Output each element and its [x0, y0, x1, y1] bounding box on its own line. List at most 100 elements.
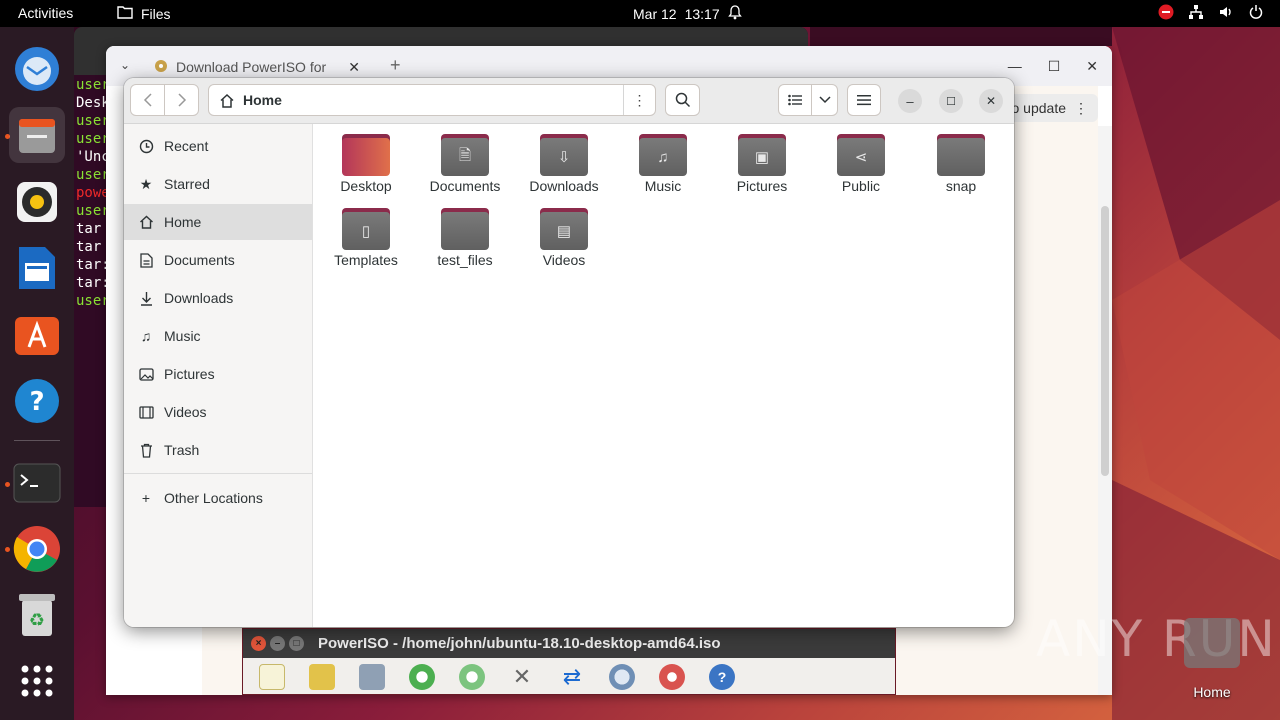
sidebar-item-other-locations[interactable]: + Other Locations [124, 480, 312, 516]
folder-item[interactable]: ▯ Templates [318, 198, 414, 268]
app-menu[interactable]: Files [117, 5, 171, 22]
folder-label: Documents [429, 178, 501, 194]
save-icon[interactable] [359, 663, 385, 690]
terminal-line: user [76, 113, 110, 129]
view-options-button[interactable] [811, 84, 838, 116]
extract-icon[interactable] [459, 663, 485, 690]
help-icon[interactable]: ? [9, 373, 65, 429]
search-button[interactable] [665, 84, 700, 116]
terminal-icon[interactable] [9, 455, 65, 511]
videos-folder-icon: ▤ [540, 208, 588, 250]
browser-tab-title: Download PowerISO for [176, 59, 327, 75]
terminal-line: user [76, 77, 110, 93]
folder-item[interactable]: ♫ Music [615, 124, 711, 194]
clock-time: 13:17 [684, 6, 720, 22]
rhythmbox-icon[interactable] [9, 174, 65, 230]
poweriso-toolbar: ✕ ⇄ ? [243, 658, 895, 695]
show-applications-icon[interactable] [9, 653, 65, 709]
terminal-line: tar [76, 221, 110, 237]
sidebar-item-documents[interactable]: Documents [124, 242, 312, 278]
document-icon [138, 252, 154, 268]
mount-icon[interactable] [609, 663, 635, 690]
path-bar[interactable]: Home ⋮ [208, 84, 656, 116]
add-icon[interactable] [409, 663, 435, 690]
poweriso-window[interactable]: × – □ PowerISO - /home/john/ubuntu-18.10… [242, 628, 896, 695]
trash-dock-icon[interactable]: ♻ [9, 587, 65, 643]
minimize-icon: – [906, 93, 914, 109]
view-list-button[interactable] [778, 84, 812, 116]
delete-icon[interactable]: ✕ [509, 664, 535, 690]
search-icon [675, 92, 690, 108]
sidebar-item-trash[interactable]: Trash [124, 432, 312, 468]
poweriso-titlebar: × – □ PowerISO - /home/john/ubuntu-18.10… [243, 629, 895, 658]
new-tab-icon[interactable]: + [390, 55, 401, 76]
picture-icon [138, 366, 154, 382]
power-icon[interactable] [1248, 4, 1264, 23]
maximize-icon: ☐ [946, 95, 956, 108]
activities-button[interactable]: Activities [18, 5, 73, 21]
sidebar-item-pictures[interactable]: Pictures [124, 356, 312, 392]
clock[interactable]: Mar 12 13:17 [633, 5, 742, 23]
desktop-home-shortcut[interactable]: Home [1180, 618, 1244, 700]
path-menu-button[interactable]: ⋮ [623, 85, 655, 115]
sidebar-item-label: Starred [164, 176, 210, 192]
maximize-button[interactable]: ☐ [939, 89, 963, 113]
folder-item[interactable]: test_files [417, 198, 513, 268]
do-not-disturb-icon[interactable] [1158, 4, 1174, 23]
volume-icon[interactable] [1218, 4, 1234, 23]
files-app-icon [117, 5, 133, 22]
folder-item[interactable]: snap [913, 124, 1009, 194]
scrollbar-thumb[interactable] [1101, 206, 1109, 476]
sidebar-item-label: Trash [164, 442, 200, 458]
folder-item[interactable]: ⇩ Downloads [516, 124, 612, 194]
sidebar-item-videos[interactable]: Videos [124, 394, 312, 430]
poweriso-minimize-icon[interactable]: – [270, 636, 285, 651]
sidebar-item-downloads[interactable]: Downloads [124, 280, 312, 316]
network-icon[interactable] [1188, 4, 1204, 23]
new-icon[interactable] [259, 663, 285, 690]
close-icon[interactable]: ✕ [1086, 58, 1098, 75]
files-dock-icon[interactable] [9, 107, 65, 163]
folder-item[interactable]: ⋖ Public [813, 124, 909, 194]
sidebar-item-recent[interactable]: Recent [124, 128, 312, 164]
folder-item[interactable]: Desktop [318, 124, 414, 194]
sidebar-item-home[interactable]: Home [124, 204, 312, 240]
star-icon: ★ [139, 175, 153, 192]
hamburger-menu-icon [857, 95, 871, 106]
libreoffice-writer-icon[interactable] [9, 240, 65, 296]
forward-button[interactable] [164, 84, 199, 116]
convert-icon[interactable]: ⇄ [559, 664, 585, 690]
minimize-button[interactable]: – [898, 89, 922, 113]
main-menu-button[interactable] [847, 84, 881, 116]
sidebar-item-starred[interactable]: ★ Starred [124, 166, 312, 202]
close-tab-icon[interactable]: ✕ [348, 59, 360, 76]
thunderbird-icon[interactable] [9, 41, 65, 97]
system-tray[interactable] [1158, 4, 1264, 23]
burn-icon[interactable] [659, 663, 685, 690]
chevron-right-icon [177, 93, 186, 107]
files-window[interactable]: Home ⋮ – ☐ ✕ Recent ★ Starred Home Docum… [124, 78, 1014, 627]
sidebar-item-music[interactable]: ♫ Music [124, 318, 312, 354]
breadcrumb[interactable]: Home [209, 92, 623, 108]
clock-date: Mar 12 [633, 6, 677, 22]
folder-item[interactable]: ▤ Videos [516, 198, 612, 268]
folder-item[interactable]: ▣ Pictures [714, 124, 810, 194]
back-button[interactable] [130, 84, 165, 116]
minimize-icon[interactable]: — [1008, 58, 1022, 75]
dock: ? ♻ [0, 27, 74, 720]
poweriso-close-icon[interactable]: × [251, 636, 266, 651]
app-center-icon[interactable] [9, 306, 65, 362]
chevron-down-icon [818, 96, 831, 104]
svg-text:?: ? [29, 387, 44, 417]
close-button[interactable]: ✕ [979, 89, 1003, 113]
open-icon[interactable] [309, 663, 335, 690]
poweriso-maximize-icon[interactable]: □ [289, 636, 304, 651]
help-toolbar-icon[interactable]: ? [709, 663, 735, 690]
maximize-icon[interactable]: ☐ [1048, 58, 1061, 75]
tab-list-chevron-icon[interactable]: ⌄ [120, 58, 130, 72]
terminal-line: user [76, 203, 110, 219]
svg-text:♻: ♻ [29, 610, 45, 631]
files-headerbar: Home ⋮ – ☐ ✕ [124, 78, 1014, 124]
chrome-icon[interactable] [9, 521, 65, 577]
folder-item[interactable]: 🗎 Documents [417, 124, 513, 194]
